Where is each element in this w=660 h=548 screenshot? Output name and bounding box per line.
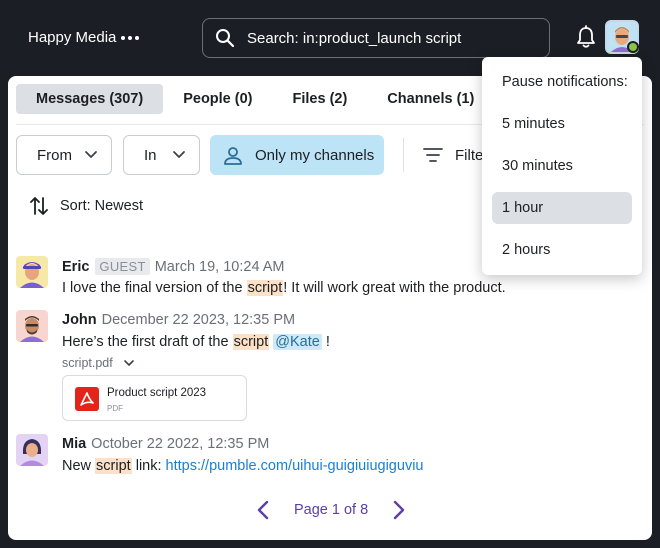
search-highlight: script xyxy=(232,334,270,350)
file-title: Product script 2023 xyxy=(107,387,207,399)
menu-title: Pause notifications: xyxy=(502,74,628,90)
avatar[interactable] xyxy=(16,256,48,288)
workspace-name[interactable]: Happy Media xyxy=(28,29,116,46)
bell-icon[interactable] xyxy=(575,25,597,49)
result-tabs: Messages (307) People (0) Files (2) Chan… xyxy=(16,84,494,114)
presence-indicator xyxy=(627,41,639,53)
message-text: I love the final version of the script! … xyxy=(62,280,506,296)
tab-messages[interactable]: Messages (307) xyxy=(16,84,164,114)
message-timestamp: March 19, 10:24 AM xyxy=(154,258,285,275)
from-filter-button[interactable]: From xyxy=(16,135,112,175)
file-type: PDF xyxy=(107,404,123,413)
search-icon xyxy=(216,29,235,48)
text: Here’s the first draft of the xyxy=(62,334,233,350)
guest-badge: GUEST xyxy=(95,258,150,275)
message-header: Eric GUEST March 19, 10:24 AM xyxy=(62,258,284,275)
file-attachment-card[interactable]: Product script 2023 PDF xyxy=(62,375,247,421)
text: I love the final version of the xyxy=(62,280,247,296)
in-filter-label: In xyxy=(144,146,157,164)
message-timestamp: October 22 2022, 12:35 PM xyxy=(91,436,270,452)
chevron-down-icon xyxy=(85,151,97,158)
message-timestamp: December 22 2023, 12:35 PM xyxy=(101,312,296,328)
pause-notifications-menu: Pause notifications: 5 minutes 30 minute… xyxy=(482,57,642,275)
filter-icon xyxy=(423,148,443,162)
text: ! xyxy=(321,334,330,350)
only-my-channels-toggle[interactable]: Only my channels xyxy=(210,135,384,175)
text: ! It will work great with the product. xyxy=(283,280,506,296)
text: New xyxy=(62,458,96,474)
sort-button[interactable]: Sort: Newest xyxy=(30,195,143,217)
chevron-down-icon xyxy=(123,360,134,366)
pagination: Page 1 of 8 xyxy=(252,498,405,522)
attachment-file-name: script.pdf xyxy=(62,356,113,370)
sort-label: Sort: Newest xyxy=(60,198,143,214)
person-icon xyxy=(224,147,242,165)
tab-people[interactable]: People (0) xyxy=(163,84,272,114)
message-item[interactable]: Mia October 22 2022, 12:35 PM New script… xyxy=(16,434,636,480)
search-query: Search: in:product_launch script xyxy=(247,30,462,47)
search-highlight: script xyxy=(246,280,284,296)
message-link[interactable]: https://pumble.com/uihui-guigiuiugiguviu xyxy=(166,458,424,474)
tab-files[interactable]: Files (2) xyxy=(273,84,368,114)
chevron-down-icon xyxy=(173,151,185,158)
search-input[interactable]: Search: in:product_launch script xyxy=(202,18,550,58)
avatar[interactable] xyxy=(16,434,48,466)
message-text: New script link: https://pumble.com/uihu… xyxy=(62,458,423,474)
more-options-icon[interactable] xyxy=(121,31,141,45)
mention[interactable]: @Kate xyxy=(273,334,322,350)
previous-page-icon[interactable] xyxy=(256,500,270,520)
pause-option-30-minutes[interactable]: 30 minutes xyxy=(492,150,632,182)
filter-button[interactable]: Filter xyxy=(423,135,488,175)
avatar[interactable] xyxy=(16,310,48,342)
message-text: Here’s the first draft of the script @Ka… xyxy=(62,334,330,350)
message-item[interactable]: John December 22 2023, 12:35 PM Here’s t… xyxy=(16,310,636,426)
divider xyxy=(403,138,404,172)
sort-arrows-icon xyxy=(30,197,48,215)
attachment-toggle[interactable]: script.pdf xyxy=(62,356,135,370)
page-indicator: Page 1 of 8 xyxy=(294,502,369,518)
author-name[interactable]: Mia xyxy=(62,436,86,452)
search-highlight: script xyxy=(95,458,132,474)
pause-option-5-minutes[interactable]: 5 minutes xyxy=(492,108,632,140)
message-header: John December 22 2023, 12:35 PM xyxy=(62,312,295,328)
author-name[interactable]: Eric xyxy=(62,259,89,275)
author-name[interactable]: John xyxy=(62,312,97,328)
tab-channels[interactable]: Channels (1) xyxy=(367,84,494,114)
in-filter-button[interactable]: In xyxy=(123,135,200,175)
next-page-icon[interactable] xyxy=(392,500,406,520)
only-my-channels-label: Only my channels xyxy=(255,146,375,164)
text: link: xyxy=(131,458,166,474)
message-header: Mia October 22 2022, 12:35 PM xyxy=(62,436,269,452)
from-filter-label: From xyxy=(37,146,72,164)
pause-option-2-hours[interactable]: 2 hours xyxy=(492,234,632,266)
pdf-icon xyxy=(75,387,99,411)
pause-option-1-hour[interactable]: 1 hour xyxy=(492,192,632,224)
